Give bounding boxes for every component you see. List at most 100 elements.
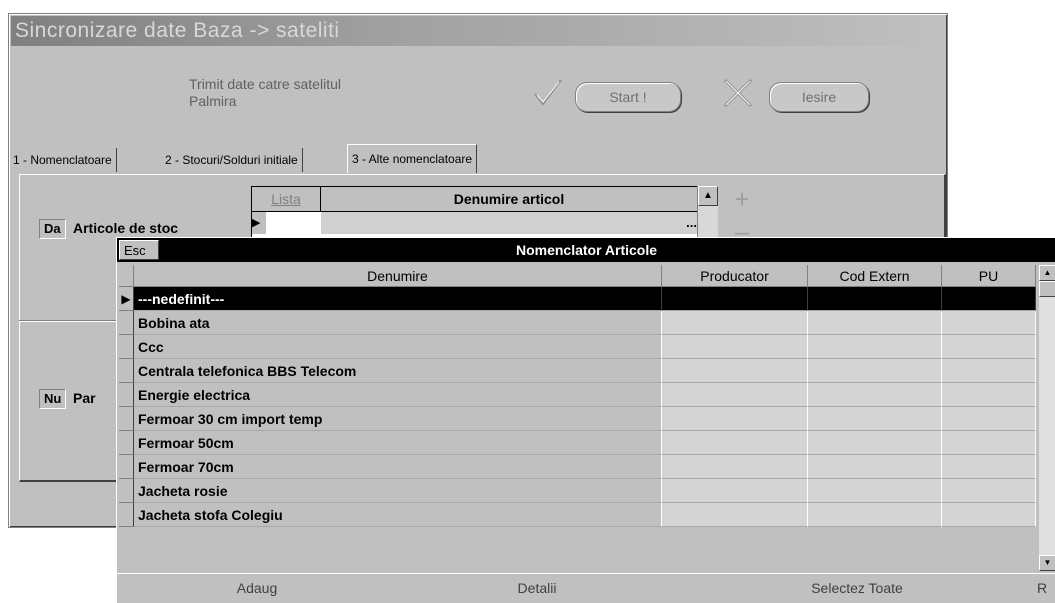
cell-pu[interactable] xyxy=(942,335,1036,359)
truncated-button[interactable]: R xyxy=(1037,574,1055,602)
cell-denumire[interactable]: Centrala telefonica BBS Telecom xyxy=(134,359,662,383)
row-indicator xyxy=(119,431,134,455)
cell-pu[interactable] xyxy=(942,287,1036,311)
table-row[interactable]: Jacheta stofa Colegiu xyxy=(119,503,1039,527)
close-x-icon xyxy=(723,78,753,108)
row-pointer-icon: ▶ xyxy=(119,287,134,311)
article-mini-grid: Lista Denumire articol ▶ ... xyxy=(251,186,699,244)
row-indicator xyxy=(119,503,134,527)
table-row[interactable]: Bobina ata xyxy=(119,311,1039,335)
mini-scrollbar[interactable]: ▲ xyxy=(697,186,718,242)
row-indicator xyxy=(119,311,134,335)
esc-button[interactable]: Esc xyxy=(119,240,159,260)
window-title: Sincronizare date Baza -> sateliti xyxy=(11,16,945,46)
mini-col-lista[interactable]: Lista xyxy=(252,187,321,212)
cell-producator[interactable] xyxy=(662,455,808,479)
table-row[interactable]: ▶ ---nedefinit--- xyxy=(119,287,1039,311)
cell-cod-extern[interactable] xyxy=(808,479,942,503)
cell-producator[interactable] xyxy=(662,479,808,503)
cell-cod-extern[interactable] xyxy=(808,455,942,479)
cell-pu[interactable] xyxy=(942,359,1036,383)
scroll-thumb[interactable] xyxy=(1039,281,1055,297)
cell-producator[interactable] xyxy=(662,431,808,455)
row-label-articole: Articole de stoc xyxy=(73,220,179,236)
nomenclator-popup: Nomenclator Articole Esc Denumire Produc… xyxy=(116,237,1055,603)
cell-pu[interactable] xyxy=(942,479,1036,503)
cell-pu[interactable] xyxy=(942,407,1036,431)
scroll-down-icon[interactable]: ▼ xyxy=(1039,555,1055,571)
table-row[interactable]: Fermoar 70cm xyxy=(119,455,1039,479)
cell-cod-extern[interactable] xyxy=(808,311,942,335)
col-cod-extern[interactable]: Cod Extern xyxy=(808,265,942,287)
cell-pu[interactable] xyxy=(942,455,1036,479)
table-row[interactable]: Jacheta rosie xyxy=(119,479,1039,503)
check-icon xyxy=(534,79,562,106)
cell-pu[interactable] xyxy=(942,503,1036,527)
cell-pu[interactable] xyxy=(942,383,1036,407)
cell-denumire[interactable]: Fermoar 30 cm import temp xyxy=(134,407,662,431)
cell-denumire[interactable]: ---nedefinit--- xyxy=(134,287,662,311)
col-denumire[interactable]: Denumire xyxy=(134,265,662,287)
cell-denumire[interactable]: Bobina ata xyxy=(134,311,662,335)
cell-producator[interactable] xyxy=(662,359,808,383)
cell-denumire[interactable]: Fermoar 70cm xyxy=(134,455,662,479)
grid-scrollbar[interactable]: ▲ ▼ xyxy=(1039,265,1055,571)
popup-footer: Adaug Detalii Selectez Toate R xyxy=(117,573,1055,603)
exit-button[interactable]: Iesire xyxy=(769,82,869,112)
cell-producator[interactable] xyxy=(662,287,808,311)
tab-alte-nomenclatoare[interactable]: 3 - Alte nomenclatoare xyxy=(347,144,478,173)
info-line-2: Palmira xyxy=(189,93,237,109)
scroll-up-icon[interactable]: ▲ xyxy=(698,186,718,206)
cell-producator[interactable] xyxy=(662,311,808,335)
row-label-par: Par xyxy=(73,390,96,406)
info-line-1: Trimit date catre satelitul xyxy=(189,76,341,92)
cell-producator[interactable] xyxy=(662,407,808,431)
cell-cod-extern[interactable] xyxy=(808,287,942,311)
cell-denumire[interactable]: Jacheta stofa Colegiu xyxy=(134,503,662,527)
cell-pu[interactable] xyxy=(942,431,1036,455)
flag-nu[interactable]: Nu xyxy=(39,389,67,409)
cell-cod-extern[interactable] xyxy=(808,383,942,407)
start-button[interactable]: Start ! xyxy=(575,82,681,112)
row-indicator xyxy=(119,335,134,359)
cell-cod-extern[interactable] xyxy=(808,503,942,527)
flag-da[interactable]: Da xyxy=(39,219,66,239)
cell-denumire[interactable]: Fermoar 50cm xyxy=(134,431,662,455)
popup-title-bar: Nomenclator Articole Esc xyxy=(117,238,1055,262)
add-button[interactable]: Adaug xyxy=(177,574,337,602)
cell-denumire[interactable]: Ccc xyxy=(134,335,662,359)
cell-cod-extern[interactable] xyxy=(808,335,942,359)
tab-stocuri[interactable]: 2 - Stocuri/Solduri initiale xyxy=(161,148,303,172)
select-all-button[interactable]: Selectez Toate xyxy=(767,574,947,602)
table-row[interactable]: Energie electrica xyxy=(119,383,1039,407)
tab-nomenclatoare[interactable]: 1 - Nomenclatoare xyxy=(9,148,117,172)
details-button[interactable]: Detalii xyxy=(457,574,617,602)
table-row[interactable]: Fermoar 50cm xyxy=(119,431,1039,455)
row-indicator xyxy=(119,479,134,503)
row-indicator xyxy=(119,455,134,479)
cell-producator[interactable] xyxy=(662,383,808,407)
row-indicator xyxy=(119,359,134,383)
col-producator[interactable]: Producator xyxy=(662,265,808,287)
cell-producator[interactable] xyxy=(662,503,808,527)
info-label: Trimit date catre satelitul Palmira xyxy=(189,76,341,110)
cell-cod-extern[interactable] xyxy=(808,407,942,431)
mini-row-indicator: ▶ xyxy=(252,212,266,234)
cell-cod-extern[interactable] xyxy=(808,359,942,383)
table-row[interactable]: Ccc xyxy=(119,335,1039,359)
plus-icon[interactable]: + xyxy=(729,186,755,212)
cell-producator[interactable] xyxy=(662,335,808,359)
table-row[interactable]: Fermoar 30 cm import temp xyxy=(119,407,1039,431)
table-row[interactable]: Centrala telefonica BBS Telecom xyxy=(119,359,1039,383)
mini-row-value[interactable]: ... xyxy=(321,212,697,234)
scroll-up-icon[interactable]: ▲ xyxy=(1039,265,1055,281)
popup-title: Nomenclator Articole xyxy=(515,242,658,258)
row-indicator xyxy=(119,383,134,407)
divider xyxy=(19,320,129,322)
cell-denumire[interactable]: Energie electrica xyxy=(134,383,662,407)
col-pu[interactable]: PU xyxy=(942,265,1036,287)
cell-cod-extern[interactable] xyxy=(808,431,942,455)
cell-pu[interactable] xyxy=(942,311,1036,335)
cell-denumire[interactable]: Jacheta rosie xyxy=(134,479,662,503)
row-indicator xyxy=(119,407,134,431)
